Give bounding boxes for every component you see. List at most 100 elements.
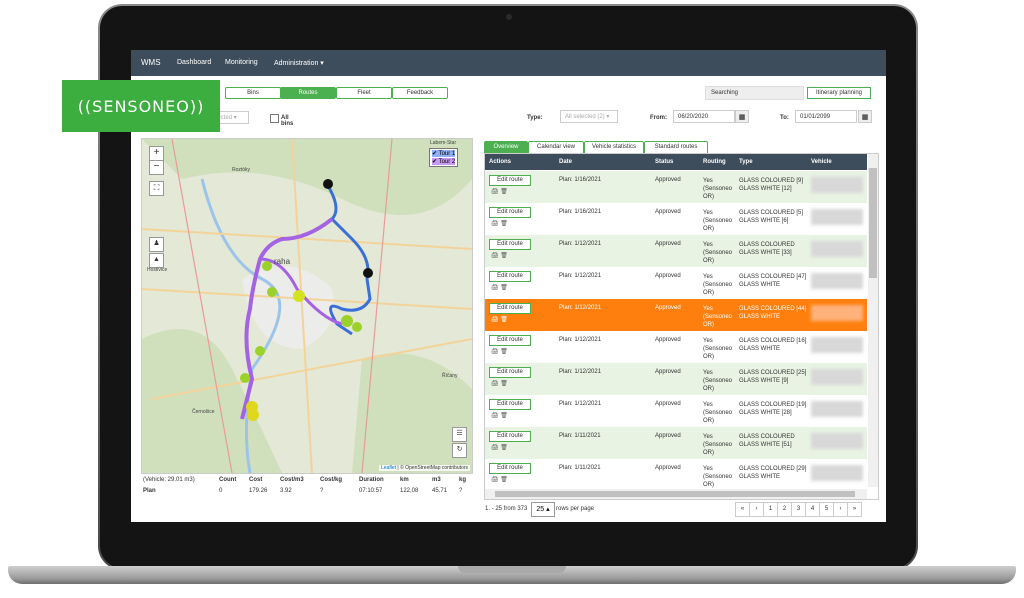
row-date: Plan: 1/12/2021	[559, 305, 602, 311]
from-date-input[interactable]: 06/20/2020	[673, 110, 735, 123]
row-vehicle-blurred	[811, 273, 863, 289]
pagination-button[interactable]: 2	[777, 502, 792, 517]
map-layers-icon[interactable]: ▲	[149, 253, 164, 268]
grid-horizontal-scroll-thumb[interactable]	[495, 491, 855, 497]
edit-route-button[interactable]: Edit route	[489, 431, 531, 442]
col-date[interactable]: Date	[559, 159, 572, 165]
row-type: GLASS COLOURED GLASS WHITE [51]	[739, 434, 795, 448]
table-row[interactable]: Edit route 🖨 🗑 Plan: 1/12/2021 Approved Yes …	[485, 331, 867, 364]
pagination-button[interactable]: 4	[805, 502, 820, 517]
col-status[interactable]: Status	[655, 159, 673, 165]
to-calendar-icon[interactable]: ▦	[858, 110, 872, 123]
col-type[interactable]: Type	[739, 159, 753, 165]
nav-administration[interactable]: Administration ▾	[274, 59, 324, 67]
edit-route-button[interactable]: Edit route	[489, 463, 531, 474]
print-delete-icons[interactable]: 🖨 🗑	[491, 444, 508, 451]
map-streetview-icon[interactable]: ♟	[149, 237, 164, 252]
table-row[interactable]: Edit route 🖨 🗑 Plan: 1/16/2021 Approved Yes …	[485, 203, 867, 236]
from-calendar-icon[interactable]: ▦	[735, 110, 749, 123]
row-vehicle-blurred	[811, 177, 863, 193]
print-delete-icons[interactable]: 🖨 🗑	[491, 316, 508, 323]
map-fullscreen-button[interactable]: ⛶	[149, 181, 164, 196]
summary-header: Cost/m3	[280, 477, 304, 483]
edit-route-button[interactable]: Edit route	[489, 367, 531, 378]
all-bins-checkbox[interactable]	[270, 114, 279, 123]
grid-vertical-scrollbar[interactable]	[868, 154, 878, 487]
summary-value: 179.26	[249, 488, 268, 494]
tab-feedback[interactable]: Feedback	[392, 87, 448, 99]
print-delete-icons[interactable]: 🖨 🗑	[491, 284, 508, 291]
pagination-button[interactable]: «	[735, 502, 750, 517]
row-date: Plan: 1/16/2021	[559, 209, 602, 215]
table-row[interactable]: Edit route 🖨 🗑 Plan: 1/12/2021 Approved Yes …	[485, 235, 867, 268]
tab-bins[interactable]: Bins	[225, 87, 281, 99]
print-delete-icons[interactable]: 🖨 🗑	[491, 412, 508, 419]
tab-fleet[interactable]: Fleet	[336, 87, 392, 99]
summary-header: Duration	[359, 477, 384, 483]
pagination-button[interactable]: 5	[819, 502, 834, 517]
pagination-button[interactable]: ›	[833, 502, 848, 517]
grid-vertical-scroll-thumb[interactable]	[869, 168, 877, 278]
itinerary-planning-button[interactable]: Itinerary planning	[807, 87, 871, 99]
summary-value: 122,08	[400, 488, 419, 494]
pagination-button[interactable]: ‹	[749, 502, 764, 517]
edit-route-button[interactable]: Edit route	[489, 271, 531, 282]
summary-value: 3.92	[280, 488, 292, 494]
row-date: Plan: 1/12/2021	[559, 273, 602, 279]
edit-route-button[interactable]: Edit route	[489, 207, 531, 218]
summary-value: 45.71	[432, 488, 448, 494]
pagination-button[interactable]: 3	[791, 502, 806, 517]
col-routing[interactable]: Routing	[703, 159, 726, 165]
row-type: GLASS COLOURED [5] GLASS WHITE [6]	[739, 210, 804, 224]
table-row[interactable]: Edit route 🖨 🗑 Plan: 1/11/2021 Approved Yes …	[485, 459, 867, 492]
route-map[interactable]: + − ⛶ ♟ ▲ ✔ Tour 1 ✔ Tour 2 Roztóky raha…	[141, 138, 473, 474]
page-size-select[interactable]: 25 ▴	[531, 502, 555, 517]
map-reset-icon[interactable]: ↻	[452, 443, 467, 458]
tab-routes[interactable]: Routes	[280, 87, 336, 99]
table-row[interactable]: Edit route 🖨 🗑 Plan: 1/12/2021 Approved Yes …	[485, 299, 867, 332]
print-delete-icons[interactable]: 🖨 🗑	[491, 380, 508, 387]
type-select[interactable]: All selected (2) ▾	[560, 110, 618, 123]
row-status: Approved	[655, 273, 681, 279]
app-brand[interactable]: WMS	[141, 58, 161, 67]
edit-route-button[interactable]: Edit route	[489, 399, 531, 410]
pagination-button[interactable]: 1	[763, 502, 778, 517]
legend-tour-1[interactable]: ✔ Tour 1	[432, 150, 456, 157]
table-row[interactable]: Edit route 🖨 🗑 Plan: 1/12/2021 Approved Yes …	[485, 395, 867, 428]
webcam	[506, 14, 512, 20]
grid-horizontal-scrollbar[interactable]	[485, 489, 867, 499]
edit-route-button[interactable]: Edit route	[489, 335, 531, 346]
print-delete-icons[interactable]: 🖨 🗑	[491, 252, 508, 259]
nav-dashboard[interactable]: Dashboard	[177, 59, 211, 66]
leaflet-link[interactable]: Leaflet	[381, 465, 396, 471]
nav-monitoring[interactable]: Monitoring	[225, 59, 258, 66]
print-delete-icons[interactable]: 🖨 🗑	[491, 220, 508, 227]
all-bins-label: All bins	[281, 115, 294, 127]
edit-route-button[interactable]: Edit route	[489, 239, 531, 250]
row-type: GLASS COLOURED [16] GLASS WHITE	[739, 338, 807, 352]
table-row[interactable]: Edit route 🖨 🗑 Plan: 1/16/2021 Approved Yes …	[485, 171, 867, 204]
table-row[interactable]: Edit route 🖨 🗑 Plan: 1/12/2021 Approved Yes …	[485, 267, 867, 300]
edit-route-button[interactable]: Edit route	[489, 175, 531, 186]
table-row[interactable]: Edit route 🖨 🗑 Plan: 1/11/2021 Approved Yes …	[485, 427, 867, 460]
print-delete-icons[interactable]: 🖨 🗑	[491, 188, 508, 195]
map-zoom-out-button[interactable]: −	[149, 160, 164, 175]
print-delete-icons[interactable]: 🖨 🗑	[491, 348, 508, 355]
pagination-button[interactable]: »	[847, 502, 862, 517]
to-label: To:	[780, 115, 789, 121]
edit-route-button[interactable]: Edit route	[489, 303, 531, 314]
plan-label: Plan	[143, 488, 156, 494]
summary-header: Cost/kg	[320, 477, 343, 483]
row-vehicle-blurred	[811, 209, 863, 225]
table-row[interactable]: Edit route 🖨 🗑 Plan: 1/12/2021 Approved Yes …	[485, 363, 867, 396]
col-actions[interactable]: Actions	[489, 159, 511, 165]
map-print-icon[interactable]: ☰	[452, 427, 467, 442]
legend-tour-2[interactable]: ✔ Tour 2	[432, 158, 456, 165]
col-vehicle[interactable]: Vehicle	[811, 159, 832, 165]
map-zoom-in-button[interactable]: +	[149, 146, 164, 161]
app-screen: WMS Dashboard Monitoring Administration …	[131, 50, 886, 522]
type-label: Type:	[527, 115, 543, 121]
print-delete-icons[interactable]: 🖨 🗑	[491, 476, 508, 483]
map-place-label: Hostivice	[147, 267, 168, 273]
to-date-input[interactable]: 01/01/2099	[795, 110, 857, 123]
